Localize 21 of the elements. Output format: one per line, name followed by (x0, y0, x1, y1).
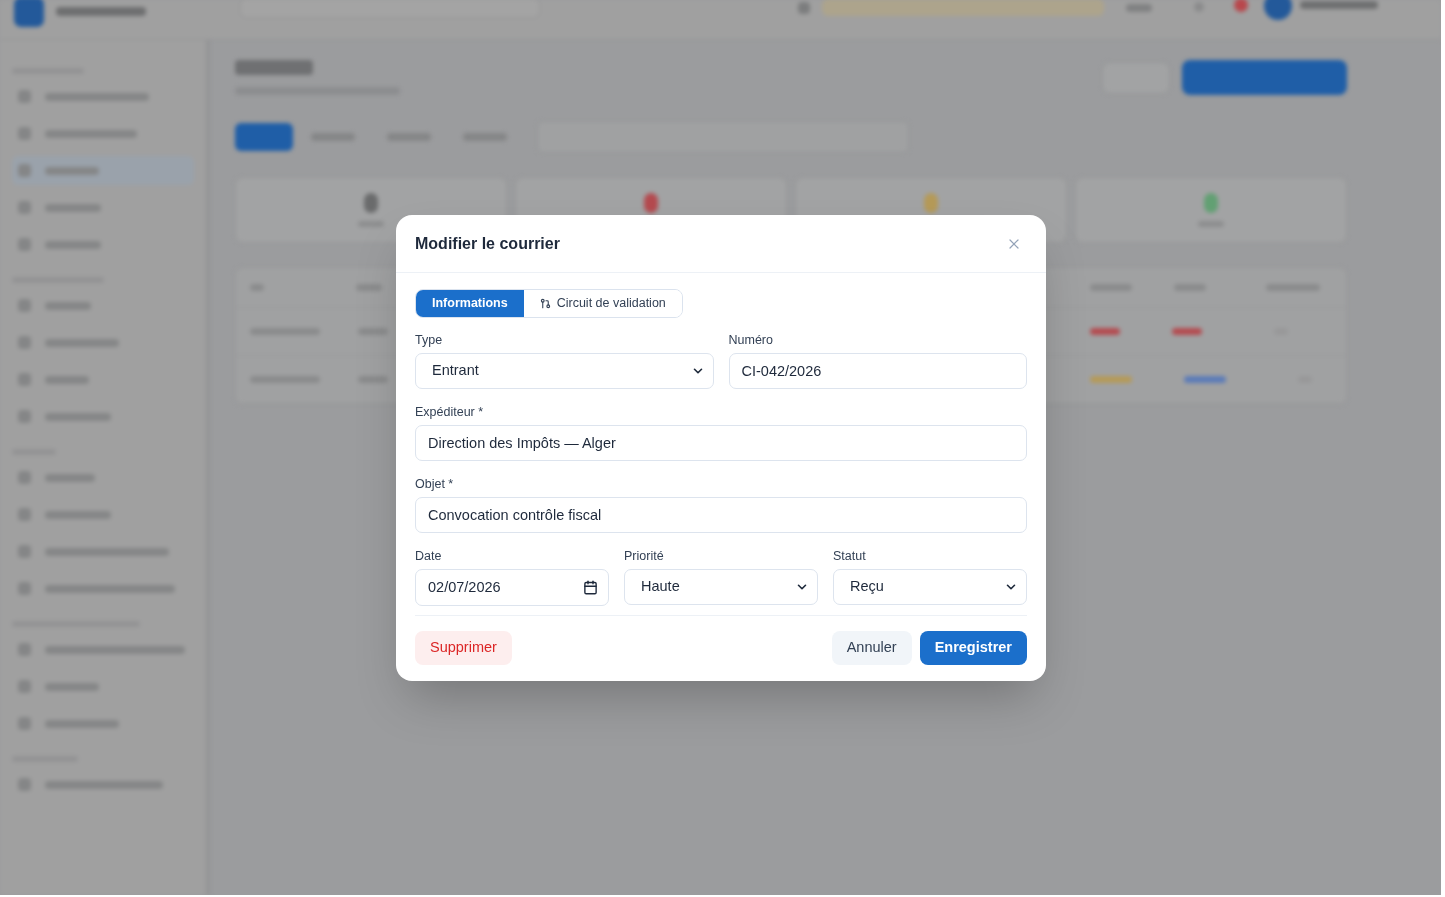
field-label: Expéditeur * (415, 405, 485, 419)
text-input[interactable]: Direction des Impôts — Alger (415, 425, 1027, 461)
calendar-icon[interactable] (583, 580, 598, 595)
cancel-button[interactable]: Annuler (831, 631, 912, 665)
field-label: Priorité (624, 549, 665, 563)
field-label: Statut (833, 549, 867, 563)
text-input[interactable]: CI-042/2026 (728, 353, 1027, 389)
dialog-title: Modifier le courrier (415, 233, 560, 254)
field-label: Numéro (728, 333, 774, 347)
field-label: Type (415, 333, 444, 347)
field-label: Objet * (415, 477, 455, 491)
date-field[interactable]: 02/07/2026 (415, 569, 609, 606)
dropdown-field[interactable]: Entrant (415, 353, 714, 389)
tab[interactable]: Informations (416, 290, 524, 317)
save-button[interactable]: Enregistrer (919, 631, 1027, 665)
branch-icon (539, 298, 551, 309)
delete-button[interactable]: Supprimer (415, 631, 512, 665)
field-label: Date (415, 549, 443, 563)
dropdown-field[interactable]: Reçu (833, 569, 1027, 605)
text-input[interactable]: Convocation contrôle fiscal (415, 497, 1027, 533)
dropdown-field[interactable]: Haute (624, 569, 818, 605)
